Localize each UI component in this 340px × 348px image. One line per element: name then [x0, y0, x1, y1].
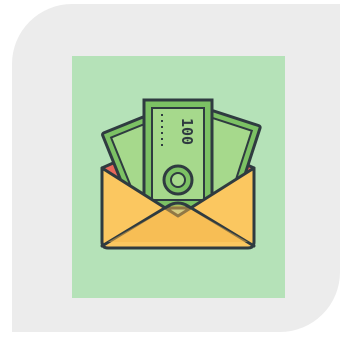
- money-envelope-icon: 100: [100, 98, 262, 250]
- banknote-denomination: 100: [178, 118, 196, 145]
- icon-tile: 100: [72, 56, 285, 298]
- stage: 100: [0, 0, 340, 348]
- banknote-front-icon: 100: [142, 98, 214, 210]
